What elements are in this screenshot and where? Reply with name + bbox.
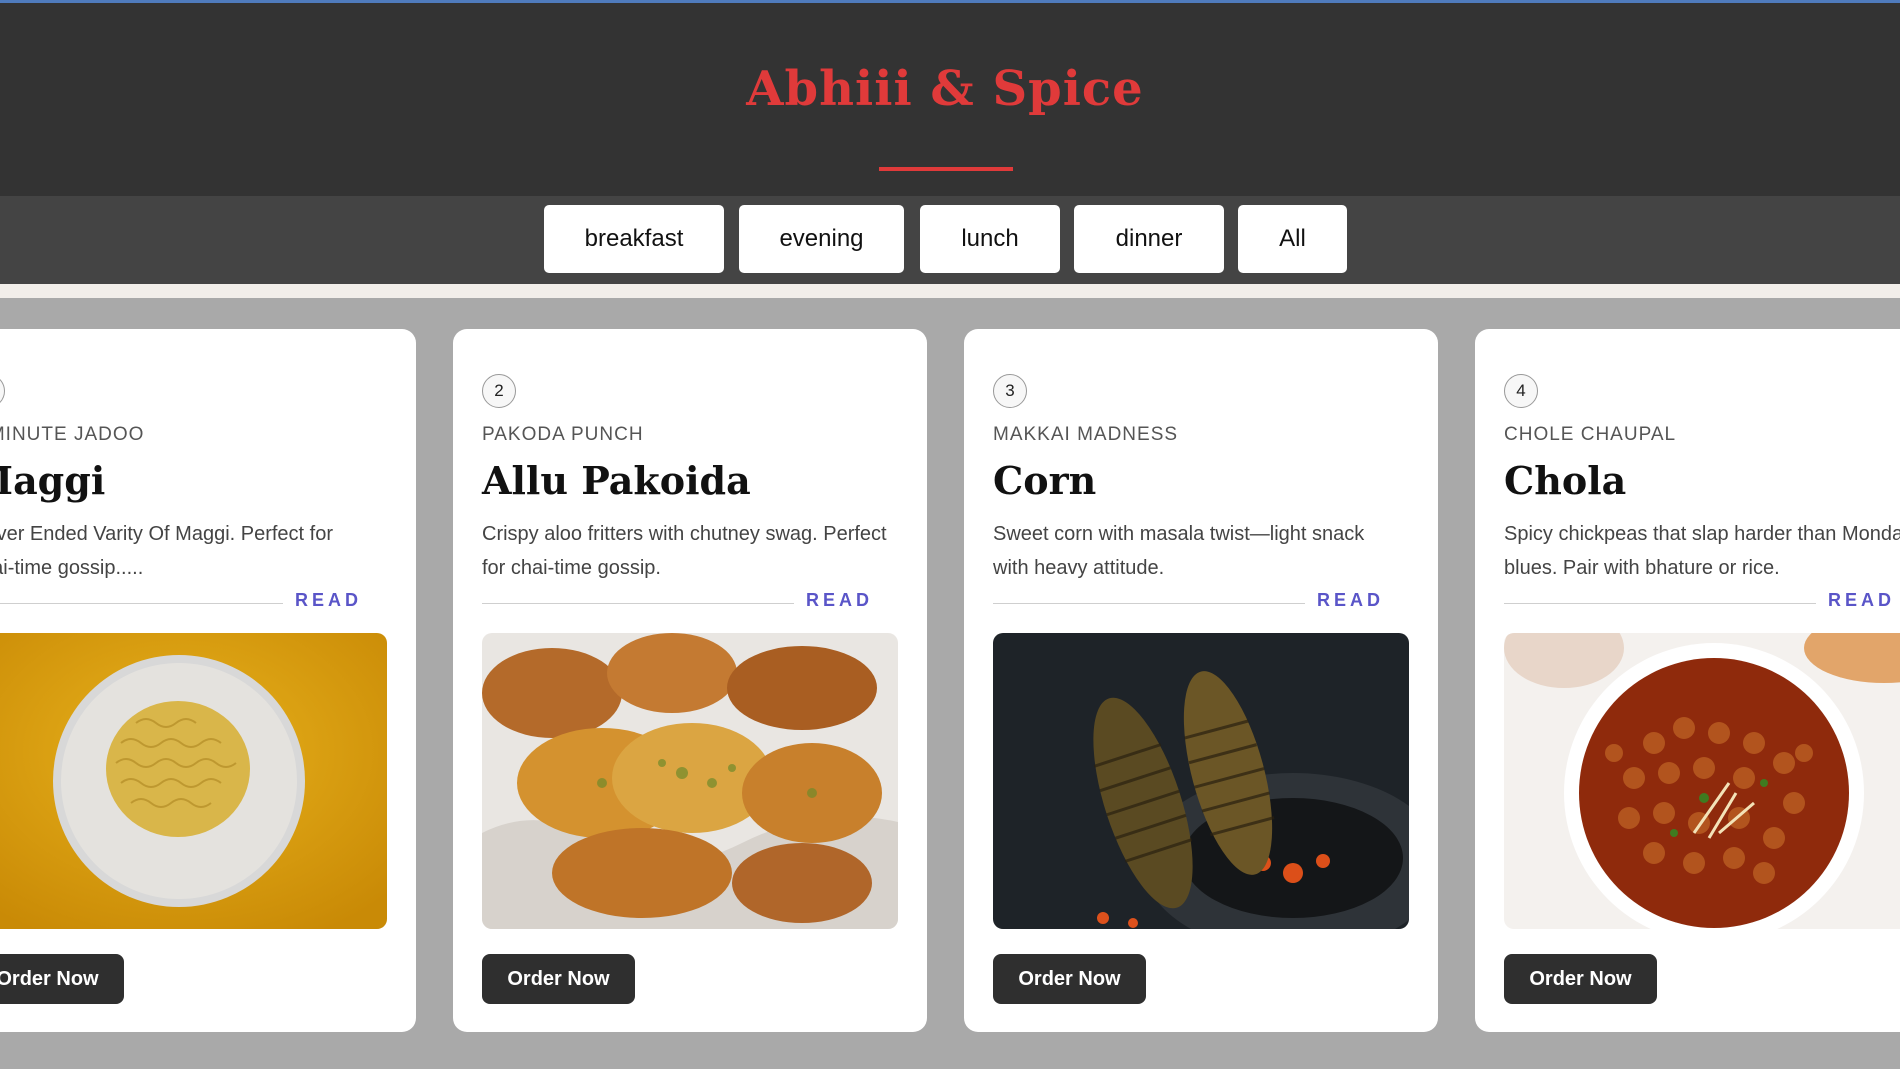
card-category: PAKODA PUNCH <box>482 424 644 445</box>
site-title: Abhiii & Spice <box>746 61 1144 117</box>
card-category: CHOLE CHAUPAL <box>1504 424 1677 445</box>
card-divider <box>1504 603 1816 604</box>
chole-bowl-image <box>1504 633 1900 929</box>
order-now-button[interactable]: Order Now <box>0 954 124 1004</box>
maggi-noodles-plate-image <box>0 633 387 929</box>
read-link[interactable]: READ <box>1317 590 1384 611</box>
card-number-badge: 4 <box>1504 374 1538 408</box>
section-divider-band <box>0 284 1900 298</box>
order-now-button[interactable]: Order Now <box>482 954 635 1004</box>
card-number-badge: 2 <box>482 374 516 408</box>
category-filter-bar: breakfast evening lunch dinner All <box>0 196 1900 284</box>
filter-button-dinner[interactable]: dinner <box>1074 205 1224 273</box>
title-underline <box>879 167 1013 171</box>
card-content: 1 2 MINUTE JADOO Maggi Never Ended Varit… <box>0 329 416 1032</box>
card-content: 4 CHOLE CHAUPAL Chola Spicy chickpeas th… <box>1475 329 1900 1032</box>
filter-button-evening[interactable]: evening <box>739 205 904 273</box>
roasted-corn-image <box>993 633 1409 929</box>
food-card-maggi: 1 2 MINUTE JADOO Maggi Never Ended Varit… <box>0 329 416 1032</box>
card-category: MAKKAI MADNESS <box>993 424 1179 445</box>
card-description: Crispy aloo fritters with chutney swag. … <box>482 523 887 579</box>
order-now-button[interactable]: Order Now <box>993 954 1146 1004</box>
site-header: Abhiii & Spice <box>0 3 1900 196</box>
card-category: 2 MINUTE JADOO <box>0 424 145 445</box>
food-card-corn: 3 MAKKAI MADNESS Corn Sweet corn with ma… <box>964 329 1438 1032</box>
card-description: Sweet corn with masala twist—light snack… <box>993 523 1365 579</box>
food-card-allu-pakoida: 2 PAKODA PUNCH Allu Pakoida Crispy aloo … <box>453 329 927 1032</box>
card-title: Chola <box>1504 458 1627 503</box>
card-number-badge: 3 <box>993 374 1027 408</box>
order-now-button[interactable]: Order Now <box>1504 954 1657 1004</box>
card-number-badge: 1 <box>0 374 5 408</box>
pakoda-fritters-image <box>482 633 898 929</box>
filter-button-all[interactable]: All <box>1238 205 1347 273</box>
card-content: 3 MAKKAI MADNESS Corn Sweet corn with ma… <box>964 329 1438 1032</box>
filter-button-breakfast[interactable]: breakfast <box>544 205 724 273</box>
card-content: 2 PAKODA PUNCH Allu Pakoida Crispy aloo … <box>453 329 927 1032</box>
card-divider <box>0 603 283 604</box>
card-title: Maggi <box>0 458 106 503</box>
food-card-chola: 4 CHOLE CHAUPAL Chola Spicy chickpeas th… <box>1475 329 1900 1032</box>
filter-button-lunch[interactable]: lunch <box>920 205 1060 273</box>
read-link[interactable]: READ <box>1828 590 1895 611</box>
read-link[interactable]: READ <box>295 590 362 611</box>
read-link[interactable]: READ <box>806 590 873 611</box>
card-title: Corn <box>993 458 1097 503</box>
card-description: Never Ended Varity Of Maggi. Perfect for… <box>0 523 334 579</box>
card-divider <box>482 603 794 604</box>
card-description: Spicy chickpeas that slap harder than Mo… <box>1504 523 1900 579</box>
card-divider <box>993 603 1305 604</box>
card-title: Allu Pakoida <box>482 458 751 503</box>
